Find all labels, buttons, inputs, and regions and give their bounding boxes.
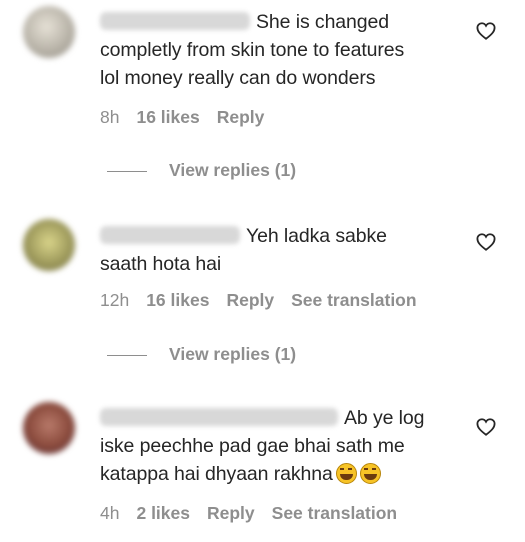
username-link[interactable]: mumalahmedd [100, 12, 250, 30]
laughing-emoji-icon [359, 463, 381, 484]
comment-meta: 12h 16 likes Reply See translation [100, 290, 434, 311]
comment-line: Yeh ladka sabke [246, 225, 387, 247]
username-link[interactable]: artist_abhishek_namdeo [100, 408, 338, 426]
likes-count[interactable]: 2 likes [136, 503, 190, 524]
timestamp: 4h [100, 503, 120, 523]
view-replies-label: View replies (1) [169, 344, 297, 364]
reply-button[interactable]: Reply [207, 503, 255, 524]
comment-line: katappa hai dhyaan rakhna [100, 463, 333, 485]
comment-line: saath hota hai [100, 253, 222, 275]
comment-meta: 8h 16 likes Reply [100, 107, 281, 128]
like-heart-icon[interactable] [476, 233, 498, 253]
view-replies-button[interactable]: View replies (1) [107, 160, 296, 181]
comment-text: artist_abhishek_namdeo Ab ye log iske pee… [100, 404, 470, 488]
likes-count[interactable]: 16 likes [146, 290, 209, 311]
reply-button[interactable]: Reply [226, 290, 274, 311]
comment-line: She is changed [256, 11, 390, 33]
comment-line: iske peechhe pad gae bhai sath me [100, 435, 405, 457]
avatar[interactable] [23, 6, 75, 58]
comment-line: lol money really can do wonders [100, 67, 376, 89]
see-translation-button[interactable]: See translation [272, 503, 397, 524]
avatar[interactable] [23, 219, 75, 271]
view-replies-label: View replies (1) [169, 160, 297, 180]
comment-text: mumalahmedd She is changed completly from… [100, 8, 470, 92]
divider-line [107, 354, 147, 356]
like-heart-icon[interactable] [476, 22, 498, 42]
reply-button[interactable]: Reply [217, 107, 265, 128]
view-replies-button[interactable]: View replies (1) [107, 344, 296, 365]
comment-text: chetan_7699999 Yeh ladka sabke saath hota… [100, 222, 470, 278]
avatar[interactable] [23, 402, 75, 454]
laughing-emoji-icon [335, 463, 357, 484]
comment-line: Ab ye log [344, 407, 425, 429]
comment-meta: 4h 2 likes Reply See translation [100, 503, 414, 524]
divider-line [107, 170, 147, 172]
comment-line: completly from skin tone to features [100, 39, 405, 61]
timestamp: 12h [100, 290, 130, 310]
timestamp: 8h [100, 107, 120, 127]
see-translation-button[interactable]: See translation [291, 290, 416, 311]
likes-count[interactable]: 16 likes [136, 107, 199, 128]
like-heart-icon[interactable] [476, 418, 498, 438]
username-link[interactable]: chetan_7699999 [100, 226, 240, 244]
